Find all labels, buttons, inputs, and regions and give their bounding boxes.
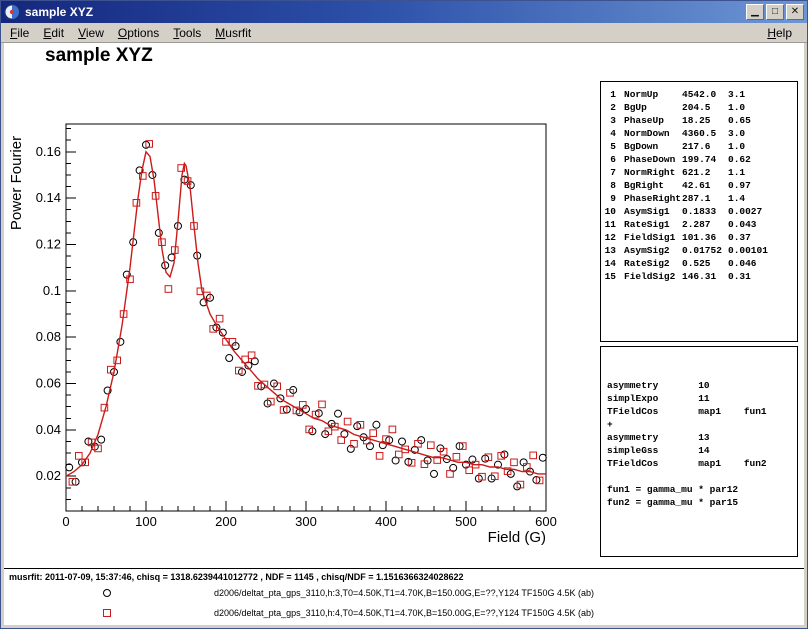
root-canvas: sample XYZ 01002003004005006000.020.040.…	[4, 43, 804, 625]
x-axis-title: Field (G)	[488, 529, 546, 546]
minimize-button[interactable]: ▁	[746, 4, 764, 20]
parameter-row: 15FieldSig2146.310.31	[601, 270, 797, 283]
x-tick-labels: 0 100 200 300 400 500 600	[62, 514, 556, 529]
theory-line: TFieldCos map1 fun1	[607, 405, 797, 418]
parameter-row: 2BgUp204.51.0	[601, 101, 797, 114]
svg-text:0.02: 0.02	[36, 468, 61, 483]
theory-line: simplExpo 11	[607, 392, 797, 405]
parameter-row: 4NormDown4360.53.0	[601, 127, 797, 140]
svg-text:0.12: 0.12	[36, 237, 61, 252]
menu-view[interactable]: View	[71, 24, 111, 42]
titlebar[interactable]: sample XYZ ▁ □ ✕	[1, 1, 807, 23]
menu-options[interactable]: Options	[111, 24, 166, 42]
legend-row-h4: d2006/deltat_pta_gps_3110,h:4,T0=4.50K,T…	[4, 604, 804, 622]
theory-pave: asymmetry 10simplExpo 11TFieldCos map1 f…	[600, 346, 798, 557]
y-tick-labels: 0.02 0.04 0.06 0.08 0.1 0.12 0.14 0.16	[36, 144, 61, 483]
legend-label: d2006/deltat_pta_gps_3110,h:3,T0=4.50K,T…	[4, 584, 804, 602]
theory-line	[607, 470, 797, 483]
svg-text:0.06: 0.06	[36, 376, 61, 391]
parameter-row: 3PhaseUp18.250.65	[601, 114, 797, 127]
menu-edit[interactable]: Edit	[36, 24, 71, 42]
square-marker-icon	[103, 609, 111, 617]
app-window: sample XYZ ▁ □ ✕ File Edit View Options …	[0, 0, 808, 629]
app-icon[interactable]	[4, 4, 20, 20]
theory-line: asymmetry 13	[607, 431, 797, 444]
theory-line: fun2 = gamma_mu * par15	[607, 496, 797, 509]
parameter-table: 1NormUp4542.03.12BgUp204.51.03PhaseUp18.…	[601, 88, 797, 283]
maximize-button[interactable]: □	[766, 4, 784, 20]
parameter-row: 10AsymSig10.18330.0027	[601, 205, 797, 218]
theory-line: fun1 = gamma_mu * par12	[607, 483, 797, 496]
parameter-row: 14RateSig20.5250.046	[601, 257, 797, 270]
svg-text:0.16: 0.16	[36, 144, 61, 159]
parameter-row: 8BgRight42.610.97	[601, 179, 797, 192]
y-axis-title: Power Fourier	[8, 136, 25, 230]
parameter-row: 13AsymSig20.017520.00101	[601, 244, 797, 257]
info-divider	[4, 568, 804, 569]
parameter-row: 12FieldSig1101.360.37	[601, 231, 797, 244]
svg-text:500: 500	[455, 514, 477, 529]
window-title: sample XYZ	[25, 5, 744, 19]
parameter-row: 5BgDown217.61.0	[601, 140, 797, 153]
theory-line: simpleGss 14	[607, 444, 797, 457]
svg-text:100: 100	[135, 514, 157, 529]
menu-musrfit[interactable]: Musrfit	[208, 24, 258, 42]
series-squares	[69, 141, 543, 488]
parameter-row: 7NormRight621.21.1	[601, 166, 797, 179]
svg-text:200: 200	[215, 514, 237, 529]
parameter-row: 11RateSig12.2870.043	[601, 218, 797, 231]
parameter-row: 9PhaseRight287.11.4	[601, 192, 797, 205]
legend-row-h3: d2006/deltat_pta_gps_3110,h:3,T0=4.50K,T…	[4, 584, 804, 602]
theory-lines: asymmetry 10simplExpo 11TFieldCos map1 f…	[607, 379, 797, 509]
svg-text:600: 600	[535, 514, 557, 529]
theory-line: asymmetry 10	[607, 379, 797, 392]
svg-text:0.04: 0.04	[36, 422, 61, 437]
theory-line: TFieldCos map1 fun2	[607, 457, 797, 470]
menu-tools[interactable]: Tools	[166, 24, 208, 42]
svg-text:0: 0	[62, 514, 69, 529]
x-axis-ticks	[66, 501, 546, 511]
plot-frame	[66, 124, 546, 511]
svg-text:0.1: 0.1	[43, 283, 61, 298]
parameter-row: 6PhaseDown199.740.62	[601, 153, 797, 166]
svg-text:300: 300	[295, 514, 317, 529]
parameter-row: 1NormUp4542.03.1	[601, 88, 797, 101]
svg-text:0.14: 0.14	[36, 190, 61, 205]
theory-line: +	[607, 418, 797, 431]
legend-label: d2006/deltat_pta_gps_3110,h:4,T0=4.50K,T…	[4, 604, 804, 622]
close-button[interactable]: ✕	[786, 4, 804, 20]
svg-text:400: 400	[375, 514, 397, 529]
menubar: File Edit View Options Tools Musrfit Hel…	[1, 23, 807, 43]
y-axis-ticks	[66, 129, 76, 500]
parameter-pave: 1NormUp4542.03.12BgUp204.51.03PhaseUp18.…	[600, 81, 798, 342]
fit-status-text: musrfit: 2011-07-09, 15:37:46, chisq = 1…	[9, 572, 464, 582]
menu-help[interactable]: Help	[760, 24, 799, 42]
svg-text:0.08: 0.08	[36, 329, 61, 344]
circle-marker-icon	[103, 589, 111, 597]
series-circles	[66, 141, 547, 490]
menu-file[interactable]: File	[3, 24, 36, 42]
